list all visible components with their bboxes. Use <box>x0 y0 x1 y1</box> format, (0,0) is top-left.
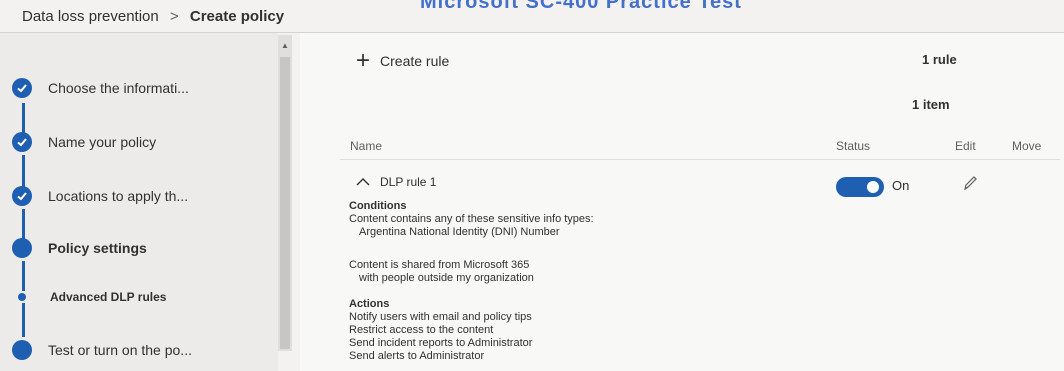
rule-conditions-sharing: Content is shared from Microsoft 365 wit… <box>349 259 534 285</box>
condition-text: Content is shared from Microsoft 365 <box>349 259 530 271</box>
condition-value: Argentina National Identity (DNI) Number <box>359 226 560 238</box>
wizard-scrollbar[interactable]: ▲ <box>278 35 292 351</box>
item-count: 1 item <box>912 97 950 112</box>
wizard-nav: Choose the informati... Name your policy… <box>0 33 278 371</box>
wizard-progress-line <box>22 303 25 337</box>
column-header-status[interactable]: Status <box>836 139 870 153</box>
column-header-edit: Edit <box>955 139 976 153</box>
checkmark-icon <box>12 132 32 152</box>
rules-panel: + Create rule 1 rule 1 item Name Status … <box>300 33 1064 371</box>
checkmark-icon <box>12 186 32 206</box>
scroll-up-arrow-icon[interactable]: ▲ <box>281 41 289 50</box>
wizard-step-test-turn-on[interactable]: Test or turn on the po... <box>12 339 192 361</box>
actions-heading: Actions <box>349 298 390 310</box>
pending-step-dot-icon <box>12 340 32 360</box>
toggle-knob <box>867 181 879 193</box>
current-step-dot-icon <box>12 238 32 258</box>
wizard-step-name-policy[interactable]: Name your policy <box>12 131 156 153</box>
action-item: Notify users with email and policy tips <box>349 311 532 323</box>
wizard-step-label: Choose the informati... <box>48 80 189 96</box>
action-item: Send incident reports to Administrator <box>349 337 533 349</box>
wizard-step-label: Advanced DLP rules <box>50 290 167 304</box>
rule-status-label: On <box>892 178 910 193</box>
wizard-progress-line <box>22 103 25 133</box>
chevron-up-icon[interactable] <box>356 175 370 189</box>
rule-conditions: Conditions Content contains any of these… <box>349 200 594 239</box>
breadcrumb-parent[interactable]: Data loss prevention <box>22 8 159 25</box>
column-header-name[interactable]: Name <box>350 139 382 153</box>
scroll-thumb[interactable] <box>280 57 290 349</box>
wizard-step-label: Policy settings <box>48 240 147 256</box>
wizard-step-locations[interactable]: Locations to apply th... <box>12 185 188 207</box>
action-item: Restrict access to the content <box>349 324 494 336</box>
condition-text: Content contains any of these sensitive … <box>349 213 594 225</box>
pencil-icon[interactable] <box>962 174 978 192</box>
breadcrumb-separator: > <box>169 8 179 25</box>
wizard-step-label: Test or turn on the po... <box>48 342 192 358</box>
substep-dot-icon <box>18 293 26 301</box>
wizard-step-policy-settings[interactable]: Policy settings <box>12 237 147 259</box>
wizard-step-label: Name your policy <box>48 134 157 150</box>
rule-actions: Actions Notify users with email and poli… <box>349 298 532 363</box>
wizard-step-choose-info[interactable]: Choose the informati... <box>12 77 189 99</box>
wizard-step-label: Locations to apply th... <box>48 188 189 204</box>
create-rule-button[interactable]: + Create rule <box>356 47 450 74</box>
wizard-progress-line <box>22 155 25 187</box>
action-item: Send alerts to Administrator <box>349 350 485 362</box>
rule-status-toggle[interactable] <box>836 177 884 197</box>
breadcrumb: Data loss prevention > Create policy <box>22 8 284 25</box>
create-rule-label: Create rule <box>380 53 450 69</box>
wizard-substep-advanced-dlp-rules[interactable]: Advanced DLP rules <box>12 286 166 308</box>
rule-row-expander[interactable]: DLP rule 1 <box>356 175 436 189</box>
column-header-move: Move <box>1012 139 1042 153</box>
plus-icon: + <box>356 47 371 74</box>
condition-value: with people outside my organization <box>359 272 534 284</box>
conditions-heading: Conditions <box>349 200 407 212</box>
watermark-text: Microsoft SC-400 Practice Test <box>420 0 742 13</box>
rule-count: 1 rule <box>922 52 957 67</box>
breadcrumb-current: Create policy <box>189 8 285 25</box>
checkmark-icon <box>12 78 32 98</box>
table-header-divider <box>340 159 1060 160</box>
rule-name: DLP rule 1 <box>380 175 437 189</box>
